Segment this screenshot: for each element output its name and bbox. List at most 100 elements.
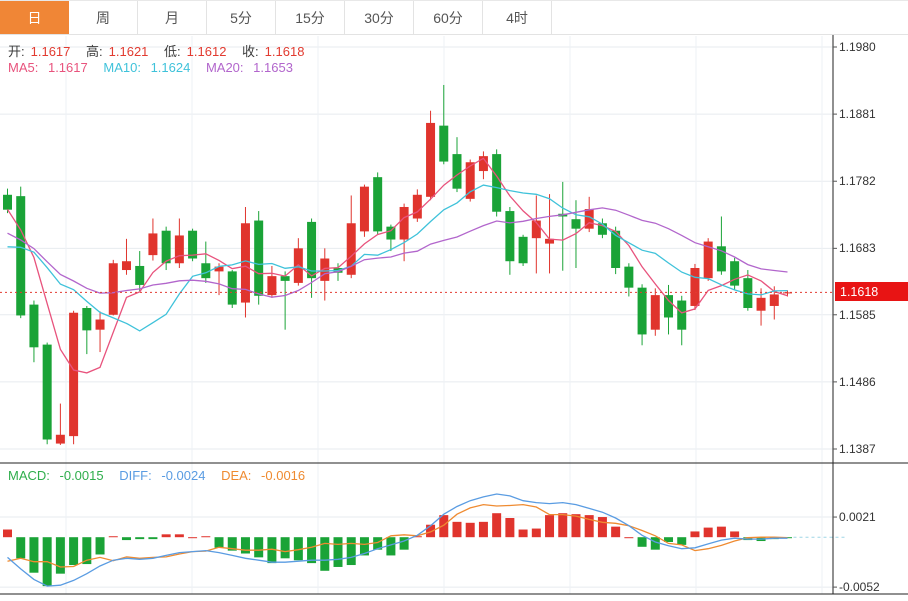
macd-hist-bar — [135, 537, 144, 539]
candle-body — [492, 154, 501, 212]
macd-hist-bar — [598, 517, 607, 537]
candle-body — [677, 301, 686, 330]
tab-period-7[interactable]: 4时 — [483, 1, 552, 34]
macd-hist-bar — [175, 534, 184, 537]
candle-body — [651, 295, 660, 330]
candle-body — [162, 231, 171, 264]
candle-body — [148, 233, 157, 255]
ma5-readout: MA5: 1.1617 — [8, 60, 94, 75]
candle-body — [452, 154, 461, 189]
tab-period-5[interactable]: 30分 — [345, 1, 414, 34]
macd-hist-bar — [109, 536, 118, 537]
macd-hist-bar — [624, 537, 633, 538]
open-value: 1.1617 — [31, 44, 71, 59]
ma20-readout: MA20: 1.1653 — [206, 60, 299, 75]
dea-value-readout: DEA: -0.0016 — [221, 468, 311, 483]
macd-hist-bar — [558, 513, 567, 537]
candle-body — [56, 435, 65, 444]
macd-hist-bar — [281, 537, 290, 558]
price-axis-label: 1.1881 — [839, 107, 876, 121]
low-value: 1.1612 — [187, 44, 227, 59]
trading-chart-window: 日周月5分15分30分60分4时 开:1.1617 高:1.1621 低:1.1… — [0, 0, 908, 601]
macd-hist-bar — [241, 537, 250, 553]
tab-period-2[interactable]: 月 — [138, 1, 207, 34]
diff-value-readout: DIFF: -0.0024 — [119, 468, 211, 483]
macd-hist-bar — [334, 537, 343, 567]
price-axis-label: 1.1585 — [839, 308, 876, 322]
candle-body — [254, 221, 263, 296]
candle-body — [638, 288, 647, 335]
ma-readout: MA5: 1.1617 MA10: 1.1624 MA20: 1.1653 — [8, 60, 305, 75]
low-label: 低:1.1612 — [164, 44, 232, 59]
candle-body — [175, 235, 184, 263]
candle-body — [400, 207, 409, 240]
tab-period-3[interactable]: 5分 — [207, 1, 276, 34]
macd-hist-bar — [29, 537, 38, 573]
candle-body — [624, 267, 633, 288]
tab-period-1[interactable]: 周 — [69, 1, 138, 34]
macd-hist-bar — [96, 537, 105, 554]
price-axis-label: 1.1683 — [839, 241, 876, 255]
ma10-readout: MA10: 1.1624 — [103, 60, 196, 75]
price-axis-label: 1.1980 — [839, 40, 876, 54]
macd-hist-bar — [122, 537, 131, 540]
macd-hist-bar — [201, 536, 210, 537]
close-value: 1.1618 — [265, 44, 305, 59]
macd-hist-bar — [690, 531, 699, 537]
chart-canvas[interactable] — [0, 0, 908, 601]
candle-body — [413, 195, 422, 219]
candle-body — [690, 268, 699, 306]
price-axis-label: 1.1486 — [839, 375, 876, 389]
candle-body — [519, 237, 528, 263]
macd-hist-bar — [492, 513, 501, 537]
macd-hist-bar — [148, 537, 157, 539]
macd-hist-bar — [452, 522, 461, 537]
macd-hist-bar — [215, 537, 224, 548]
candle-body — [505, 211, 514, 261]
dea-line — [8, 505, 788, 567]
tab-period-4[interactable]: 15分 — [276, 1, 345, 34]
macd-hist-bar — [730, 531, 739, 537]
macd-hist-bar — [320, 537, 329, 571]
candle-body — [426, 123, 435, 197]
macd-hist-bar — [717, 527, 726, 538]
period-tab-bar: 日周月5分15分30分60分4时 — [0, 0, 908, 35]
candle-body — [770, 294, 779, 306]
ma20-line — [8, 208, 788, 297]
current-price-tag: 1.1618 — [835, 282, 908, 301]
candle-body — [29, 305, 38, 348]
macd-hist-bar — [571, 514, 580, 537]
tab-period-0[interactable]: 日 — [0, 1, 69, 34]
macd-hist-bar — [704, 528, 713, 538]
ohlc-readout: 开:1.1617 高:1.1621 低:1.1612 收:1.1618 — [8, 41, 316, 60]
candle-body — [757, 298, 766, 311]
candle-body — [69, 313, 78, 436]
open-label: 开:1.1617 — [8, 44, 76, 59]
macd-hist-bar — [466, 523, 475, 537]
macd-hist-bar — [307, 537, 316, 563]
price-axis-label: 1.1387 — [839, 442, 876, 456]
macd-hist-bar — [16, 537, 25, 558]
macd-hist-bar — [188, 537, 197, 538]
candle-body — [82, 308, 91, 330]
macd-hist-bar — [254, 537, 263, 557]
candle-body — [730, 261, 739, 285]
macd-hist-bar — [611, 527, 620, 538]
macd-hist-bar — [69, 537, 78, 565]
candle-body — [360, 187, 369, 232]
candle-body — [571, 219, 580, 228]
tab-period-6[interactable]: 60分 — [414, 1, 483, 34]
macd-axis-label: 0.0021 — [839, 510, 876, 524]
macd-hist-bar — [162, 534, 171, 537]
candle-body — [664, 295, 673, 317]
macd-hist-bar — [638, 537, 647, 547]
macd-hist-bar — [505, 518, 514, 537]
macd-readout: MACD: -0.0015 DIFF: -0.0024 DEA: -0.0016 — [8, 468, 317, 483]
price-axis-label: 1.1782 — [839, 174, 876, 188]
macd-hist-bar — [3, 530, 12, 538]
candle-body — [109, 263, 118, 315]
candle-body — [43, 345, 52, 440]
candle-body — [439, 126, 448, 162]
macd-hist-bar — [532, 529, 541, 538]
high-label: 高:1.1621 — [86, 44, 154, 59]
